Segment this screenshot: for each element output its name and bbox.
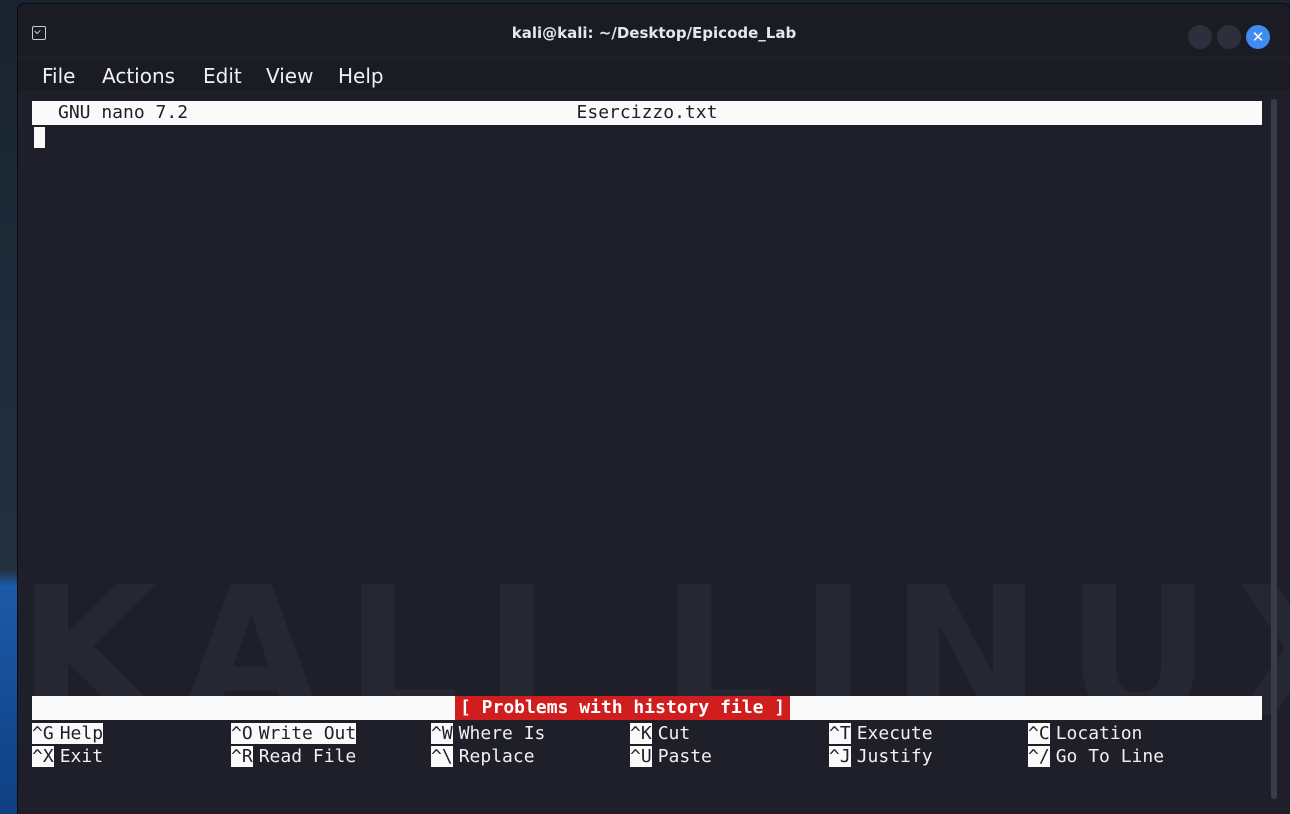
shortcut-read-file[interactable]: ^R Read File: [231, 745, 356, 768]
status-message: [ Problems with history file ]: [455, 696, 791, 720]
menu-actions[interactable]: Actions: [102, 64, 175, 88]
menu-bar: File Actions Edit View Help: [18, 60, 1290, 90]
nano-status-bar: [ Problems with history file ]: [32, 696, 1262, 720]
nano-header-bar: GNU nano 7.2 Esercizzo.txt: [32, 101, 1262, 125]
terminal-window: kali@kali: ~/Desktop/Epicode_Lab ✕ File …: [18, 4, 1290, 814]
maximize-button[interactable]: [1217, 25, 1241, 49]
window-title: kali@kali: ~/Desktop/Epicode_Lab: [511, 24, 797, 42]
shortcut-write-out[interactable]: ^O Write Out: [231, 722, 357, 745]
menu-help[interactable]: Help: [338, 64, 384, 88]
shortcut-justify[interactable]: ^J Justify: [829, 745, 933, 768]
shortcut-cut[interactable]: ^K Cut: [630, 722, 690, 745]
menu-view[interactable]: View: [266, 64, 313, 88]
shortcut-exit[interactable]: ^X Exit: [32, 745, 103, 768]
menu-edit[interactable]: Edit: [203, 64, 242, 88]
shortcut-location[interactable]: ^C Location: [1028, 722, 1142, 745]
minimize-button[interactable]: [1188, 25, 1212, 49]
close-icon: ✕: [1251, 28, 1265, 46]
title-bar[interactable]: kali@kali: ~/Desktop/Epicode_Lab ✕: [18, 4, 1290, 56]
shortcut-paste[interactable]: ^U Paste: [630, 745, 712, 768]
nano-filename: Esercizzo.txt: [576, 102, 718, 123]
shortcut-where-is[interactable]: ^W Where Is: [431, 722, 545, 745]
shortcut-replace[interactable]: ^\ Replace: [431, 745, 535, 768]
terminal-area[interactable]: KALI LINUX GNU nano 7.2 Esercizzo.txt [ …: [18, 94, 1290, 814]
shortcut-go-to-line[interactable]: ^/Go To Line: [1028, 745, 1164, 768]
shortcut-help[interactable]: ^G Help: [32, 722, 147, 745]
close-button[interactable]: ✕: [1246, 25, 1270, 49]
scrollbar[interactable]: [1271, 99, 1277, 799]
menu-file[interactable]: File: [42, 64, 75, 88]
text-cursor: [34, 127, 45, 148]
shortcut-execute[interactable]: ^T Execute: [829, 722, 933, 745]
